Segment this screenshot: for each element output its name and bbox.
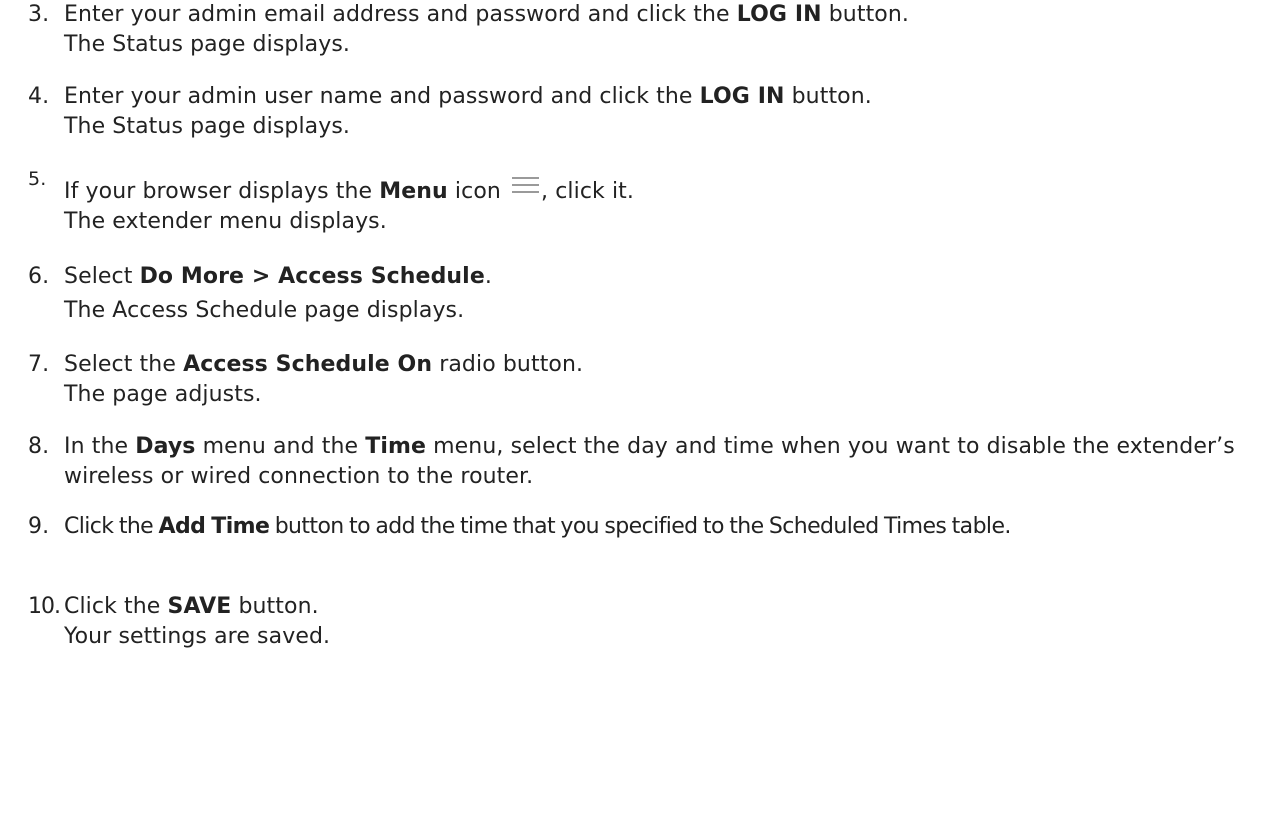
step-3: 3. Enter your admin email address and pa… bbox=[28, 0, 1238, 60]
step-instruction: Enter your admin user name and password … bbox=[64, 84, 872, 109]
add-time-label: Add Time bbox=[158, 514, 270, 539]
step-7: 7. Select the Access Schedule On radio b… bbox=[28, 350, 1238, 410]
step-instruction: In the Days menu and the Time menu, sele… bbox=[64, 434, 1235, 489]
step-instruction: Click the Add Time button to add the tim… bbox=[64, 514, 1011, 539]
step-number: 5. bbox=[28, 168, 47, 190]
step-10: 10. Click the SAVE button. Your settings… bbox=[28, 592, 1238, 652]
step-instruction: Select Do More > Access Schedule. bbox=[64, 264, 492, 289]
step-number: 4. bbox=[28, 84, 50, 109]
step-4: 4. Enter your admin user name and passwo… bbox=[28, 82, 1238, 142]
step-number: 9. bbox=[28, 514, 50, 539]
save-label: SAVE bbox=[167, 594, 232, 619]
step-9: 9. Click the Add Time button to add the … bbox=[28, 512, 1238, 542]
step-6: 6. Select Do More > Access Schedule. The… bbox=[28, 262, 1238, 326]
step-result: The Status page displays. bbox=[64, 114, 351, 139]
step-number: 6. bbox=[28, 264, 50, 289]
do-more-access-schedule-label: Do More > Access Schedule bbox=[139, 264, 485, 289]
step-result: The extender menu displays. bbox=[64, 209, 387, 234]
step-number: 10. bbox=[28, 594, 61, 619]
hamburger-menu-icon bbox=[512, 176, 540, 194]
step-number: 7. bbox=[28, 352, 50, 377]
menu-label: Menu bbox=[379, 179, 448, 204]
step-number: 8. bbox=[28, 434, 50, 459]
time-label: Time bbox=[365, 434, 427, 459]
step-instruction: Click the SAVE button. bbox=[64, 594, 319, 619]
step-8: 8. In the Days menu and the Time menu, s… bbox=[28, 432, 1238, 492]
access-schedule-on-label: Access Schedule On bbox=[183, 352, 433, 377]
step-instruction: Select the Access Schedule On radio butt… bbox=[64, 352, 584, 377]
step-result: The Access Schedule page displays. bbox=[64, 298, 465, 323]
days-label: Days bbox=[135, 434, 196, 459]
step-instruction: Enter your admin email address and passw… bbox=[64, 2, 909, 27]
step-result: The page adjusts. bbox=[64, 382, 262, 407]
step-result: The Status page displays. bbox=[64, 32, 351, 57]
step-instruction: If your browser displays the Menu icon ,… bbox=[64, 176, 1238, 207]
step-5: 5. If your browser displays the Menu ico… bbox=[28, 168, 1238, 237]
instruction-document: 3. Enter your admin email address and pa… bbox=[0, 0, 1271, 833]
step-result: Your settings are saved. bbox=[64, 624, 331, 649]
log-in-label: LOG IN bbox=[699, 84, 785, 109]
step-number: 3. bbox=[28, 2, 50, 27]
log-in-label: LOG IN bbox=[736, 2, 822, 27]
